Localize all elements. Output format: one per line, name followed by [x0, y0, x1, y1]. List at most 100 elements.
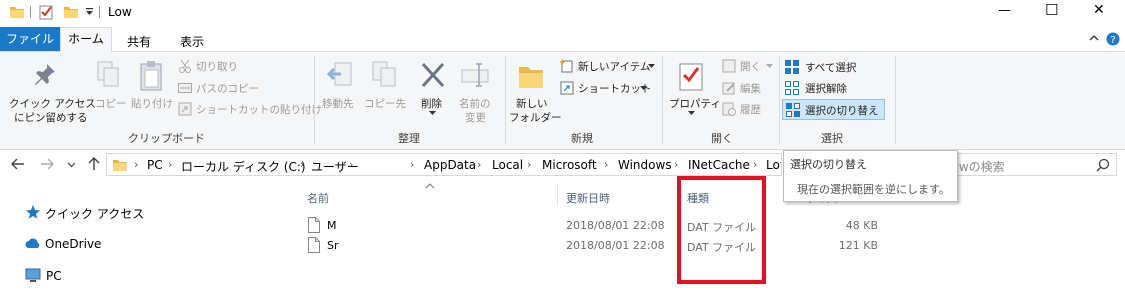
delete-button[interactable]: 削除 — [415, 58, 449, 118]
edit-label: 編集 — [740, 83, 761, 95]
folder-icon — [9, 4, 25, 20]
address-bar[interactable]: › PC › ローカル ディスク (C:) › ユーザー › › AppData… — [106, 153, 782, 176]
move-to-icon — [327, 60, 355, 90]
clipboard-group-label: クリップボード — [128, 132, 205, 145]
new-item-dropdown-icon — [648, 64, 655, 68]
paste-button[interactable]: 貼り付け — [130, 58, 174, 112]
svg-text:?: ? — [1110, 35, 1115, 46]
tab-file[interactable]: ファイル — [0, 27, 60, 51]
recent-locations-icon[interactable] — [67, 162, 76, 168]
close-button[interactable]: ✕ — [1093, 2, 1105, 18]
file-date: 2018/08/01 22:08 — [566, 219, 665, 232]
properties-button[interactable]: プロパティ — [666, 58, 721, 118]
easy-access-dropdown-icon — [640, 86, 647, 90]
crumb-low[interactable]: Low — [766, 158, 781, 172]
tab-view[interactable]: 表示 — [180, 33, 204, 50]
crumb-windows[interactable]: Windows — [618, 158, 672, 172]
maximize-button[interactable]: ☐ — [1045, 1, 1058, 19]
move-to-label: 移動先 — [322, 98, 354, 110]
help-icon[interactable]: ? — [1106, 32, 1120, 46]
invert-selection-button[interactable]: 選択の切り替え — [782, 99, 885, 120]
edit-icon — [722, 81, 736, 95]
history-label: 履歴 — [740, 104, 761, 116]
table-row[interactable]: Sr 2018/08/01 22:08 DAT ファイル 121 KB — [300, 235, 890, 255]
new-folder-label-1: 新しい — [516, 98, 548, 110]
new-item-label: 新しいアイテム — [578, 61, 651, 73]
customize-qat-icon[interactable] — [85, 8, 94, 16]
nav-label-onedrive: OneDrive — [45, 237, 102, 251]
open-label: 開く — [740, 61, 761, 73]
rename-button[interactable]: 名前の 変更 — [455, 58, 495, 126]
crumb-inetcache[interactable]: INetCache — [688, 158, 750, 172]
properties-label: プロパティ — [669, 98, 721, 110]
new-group-label: 新規 — [571, 132, 593, 145]
tab-home-label: ホーム — [68, 32, 104, 46]
title-bar — [0, 0, 1125, 26]
history-icon — [722, 102, 736, 116]
minimize-button[interactable]: — — [998, 3, 1011, 18]
file-size: 48 KB — [845, 219, 878, 232]
invert-selection-icon — [785, 102, 801, 118]
open-dropdown-icon — [766, 64, 773, 68]
new-folder-quick-icon[interactable] — [63, 4, 79, 20]
copy-button[interactable]: コピー — [92, 58, 127, 112]
crumb-separator-icon: › — [134, 158, 139, 171]
copy-to-icon — [371, 60, 399, 90]
file-date: 2018/08/01 22:08 — [566, 239, 665, 252]
back-arrow-icon[interactable] — [11, 158, 25, 170]
delete-icon — [420, 61, 446, 89]
crumb-local-disk[interactable]: ローカル ディスク (C:) — [181, 158, 306, 175]
table-row[interactable]: M 2018/08/01 22:08 DAT ファイル 48 KB — [300, 215, 890, 235]
tooltip-body: 現在の選択範囲を逆にします。 — [797, 183, 950, 196]
tooltip: 選択の切り替え 現在の選択範囲を逆にします。 — [783, 150, 958, 202]
delete-dropdown-icon — [429, 111, 436, 115]
crumb-microsoft[interactable]: Microsoft — [542, 158, 597, 172]
forward-arrow-icon[interactable] — [40, 158, 54, 170]
tab-home[interactable]: ホーム — [60, 27, 112, 52]
scissors-icon — [178, 59, 192, 73]
paste-shortcut-icon — [178, 102, 192, 116]
rename-label-2: 変更 — [465, 112, 486, 124]
up-arrow-icon[interactable] — [88, 157, 100, 171]
pin-quick-access-button[interactable]: クイック アクセス にピン留めする — [6, 58, 96, 128]
paste-label: 貼り付け — [131, 98, 173, 110]
nav-label-quick-access: クイック アクセス — [45, 207, 145, 221]
pin-label-1: クイック アクセス — [9, 98, 96, 110]
delete-label: 削除 — [421, 98, 442, 110]
crumb-separator-icon: › — [168, 158, 173, 171]
crumb-separator-icon: › — [527, 158, 532, 171]
tooltip-title: 選択の切り替え — [790, 158, 867, 171]
cut-label: 切り取り — [196, 61, 238, 73]
address-folder-icon — [112, 157, 128, 173]
column-header-name[interactable]: 名前 — [307, 190, 329, 206]
column-header-date[interactable]: 更新日時 — [566, 190, 610, 206]
crumb-separator-icon: › — [410, 158, 415, 171]
paste-shortcut-label: ショートカットの貼り付け — [196, 104, 322, 116]
file-name: Sr — [327, 239, 339, 252]
new-folder-label-2: フォルダー — [509, 112, 562, 124]
invert-selection-label: 選択の切り替え — [805, 105, 879, 117]
copy-path-icon — [178, 82, 192, 94]
window-title: Low — [108, 5, 132, 19]
crumb-local[interactable]: Local — [492, 158, 523, 172]
move-to-button[interactable]: 移動先 — [321, 58, 363, 112]
highlight-box — [677, 176, 766, 284]
copy-path-label: パスのコピー — [196, 83, 259, 95]
collapse-ribbon-icon[interactable] — [1089, 34, 1099, 42]
open-icon — [722, 59, 736, 73]
new-item-icon — [560, 59, 574, 73]
crumb-separator-icon: › — [674, 158, 679, 171]
copy-to-button[interactable]: コピー先 — [363, 58, 407, 112]
pin-icon — [33, 62, 57, 90]
properties-dropdown-icon — [688, 111, 695, 115]
crumb-pc[interactable]: PC — [147, 158, 163, 172]
crumb-separator-icon: › — [300, 158, 305, 171]
file-name: M — [327, 219, 337, 232]
properties-quick-icon[interactable] — [38, 4, 54, 20]
tab-share[interactable]: 共有 — [127, 33, 151, 50]
new-folder-button[interactable]: 新しい フォルダー — [508, 58, 562, 126]
copy-label: コピー — [95, 98, 127, 110]
crumb-appdata[interactable]: AppData — [424, 158, 476, 172]
file-size: 121 KB — [838, 239, 878, 252]
crumb-separator-icon: › — [477, 158, 482, 171]
